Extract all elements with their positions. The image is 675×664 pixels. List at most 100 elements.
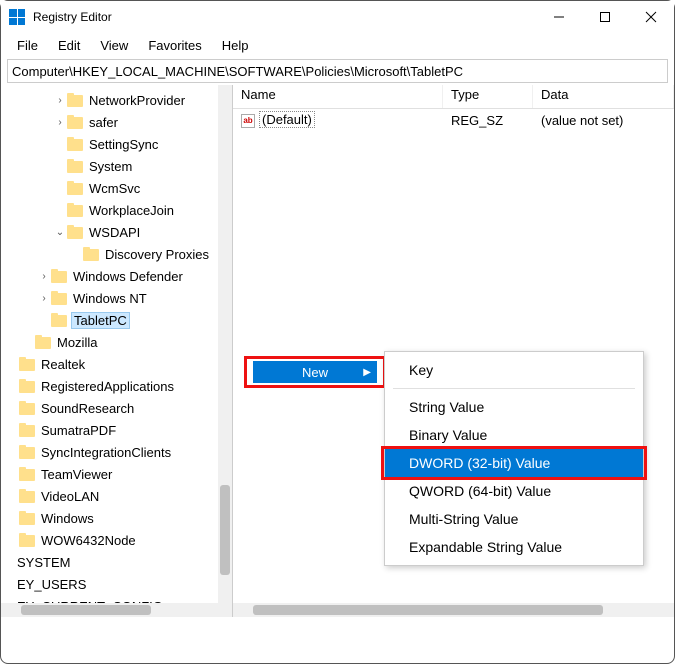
menu-view[interactable]: View [90,38,138,53]
tree-item[interactable]: SyncIntegrationClients [1,441,232,463]
close-button[interactable] [628,1,674,33]
tree-item-label: Windows NT [71,291,149,306]
tree-item[interactable]: Discovery Proxies [1,243,232,265]
tree-item[interactable]: WcmSvc [1,177,232,199]
tree-item-label: TabletPC [71,312,130,329]
folder-icon [19,423,35,437]
context-menu-new-label: New [302,365,328,380]
tree-item[interactable]: WOW6432Node [1,529,232,551]
tree-item-label: EY_USERS [15,577,88,592]
chevron-right-icon[interactable]: › [37,293,51,304]
separator [393,388,635,389]
main-area: ›NetworkProvider›saferSettingSync System W… [1,85,674,617]
menu-file[interactable]: File [7,38,48,53]
tree-item[interactable]: Windows [1,507,232,529]
submenu-item[interactable]: String Value [385,393,643,421]
list-scrollbar-horizontal[interactable] [233,603,674,617]
tree-item-label: SumatraPDF [39,423,118,438]
string-value-icon: ab [241,114,255,128]
tree-item-label: WcmSvc [87,181,142,196]
submenu-item[interactable]: DWORD (32-bit) Value [385,449,643,477]
minimize-button[interactable] [536,1,582,33]
list-row[interactable]: ab(Default) REG_SZ (value not set) [233,109,674,131]
folder-icon [19,511,35,525]
tree-item[interactable]: Realtek [1,353,232,375]
tree-item[interactable]: System [1,155,232,177]
chevron-down-icon[interactable]: ⌄ [53,227,67,238]
folder-icon [51,313,67,327]
tree-item-label: SoundResearch [39,401,136,416]
tree-item[interactable]: › Windows Defender [1,265,232,287]
tree-item[interactable]: SoundResearch [1,397,232,419]
col-type[interactable]: Type [443,85,533,108]
tree-item[interactable]: EY_USERS [1,573,232,595]
context-menu-new[interactable]: New ▶ [244,356,386,388]
folder-icon [67,137,83,151]
tree-item[interactable]: SettingSync [1,133,232,155]
folder-icon [51,269,67,283]
tree-item-label: WSDAPI [87,225,142,240]
tree-item[interactable]: ›NetworkProvider [1,89,232,111]
window-title: Registry Editor [33,10,536,24]
tree-item-label: TeamViewer [39,467,114,482]
tree-item-label: SyncIntegrationClients [39,445,173,460]
cell-name: ab(Default) [233,112,443,128]
tree-scrollbar-thumb-h[interactable] [21,605,151,615]
tree-item[interactable]: VideoLAN [1,485,232,507]
tree-item-label: WOW6432Node [39,533,138,548]
address-bar[interactable]: Computer\HKEY_LOCAL_MACHINE\SOFTWARE\Pol… [7,59,668,83]
tree-item-label: System [87,159,134,174]
submenu-item[interactable]: Key [385,356,643,384]
tree-item[interactable]: WorkplaceJoin [1,199,232,221]
chevron-right-icon[interactable]: › [37,271,51,282]
folder-icon [51,291,67,305]
folder-icon [67,115,83,129]
chevron-right-icon[interactable]: › [53,95,67,106]
tree-item[interactable]: SumatraPDF [1,419,232,441]
submenu-item[interactable]: QWORD (64-bit) Value [385,477,643,505]
maximize-button[interactable] [582,1,628,33]
tree-item[interactable]: Mozilla [1,331,232,353]
submenu-item[interactable]: Binary Value [385,421,643,449]
folder-icon [19,467,35,481]
chevron-right-icon[interactable]: › [53,117,67,128]
address-path: Computer\HKEY_LOCAL_MACHINE\SOFTWARE\Pol… [12,64,463,79]
tree-item-label: Windows Defender [71,269,185,284]
tree-item[interactable]: TabletPC [1,309,232,331]
col-data[interactable]: Data [533,85,674,108]
tree-scrollbar-vertical[interactable] [218,85,232,617]
folder-icon [19,533,35,547]
tree-item[interactable]: TeamViewer [1,463,232,485]
folder-icon [67,159,83,173]
tree-item[interactable]: SYSTEM [1,551,232,573]
folder-icon [19,489,35,503]
tree-item-label: WorkplaceJoin [87,203,176,218]
window-controls [536,1,674,33]
tree-item-label: Windows [39,511,96,526]
tree-item[interactable]: › Windows NT [1,287,232,309]
tree-item[interactable]: ⌄ WSDAPI [1,221,232,243]
col-name[interactable]: Name [233,85,443,108]
folder-icon [19,445,35,459]
folder-icon [19,379,35,393]
tree-item[interactable]: RegisteredApplications [1,375,232,397]
folder-icon [67,203,83,217]
tree-item[interactable]: ›safer [1,111,232,133]
menu-edit[interactable]: Edit [48,38,90,53]
menu-favorites[interactable]: Favorites [138,38,211,53]
cell-type: REG_SZ [443,113,533,128]
tree-item-label: VideoLAN [39,489,101,504]
folder-icon [83,247,99,261]
tree-scrollbar-horizontal[interactable] [1,603,218,617]
tree-view[interactable]: ›NetworkProvider›saferSettingSync System W… [1,85,233,617]
folder-icon [19,357,35,371]
list-scrollbar-thumb-h[interactable] [253,605,603,615]
regedit-icon [9,9,25,25]
tree-scrollbar-thumb-v[interactable] [220,485,230,575]
folder-icon [67,181,83,195]
cell-data: (value not set) [533,113,674,128]
menu-help[interactable]: Help [212,38,259,53]
folder-icon [67,93,83,107]
submenu-item[interactable]: Expandable String Value [385,533,643,561]
submenu-item[interactable]: Multi-String Value [385,505,643,533]
